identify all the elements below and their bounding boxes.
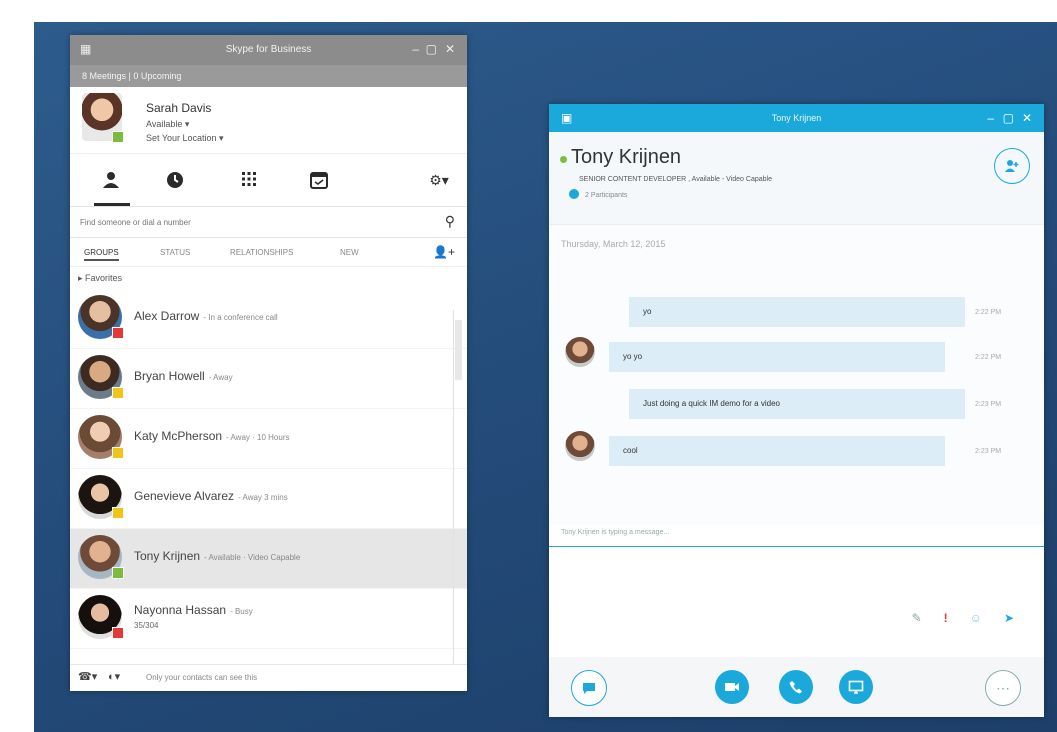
footer-status-text: Only your contacts can see this [146, 673, 258, 682]
more-icon[interactable]: ⋯ [985, 670, 1021, 706]
presence-indicator [112, 327, 124, 339]
add-contact-icon[interactable]: 👤+ [433, 245, 455, 259]
message-time: 2:23 PM [975, 448, 1002, 455]
contact-name: Genevieve Alvarez [134, 489, 235, 503]
conversation-window: ▣ Tony Krijnen – ▢ ✕ Tony Krijnen SENIOR… [549, 104, 1044, 717]
participants-icon [569, 189, 579, 199]
contact-status: - Away [208, 373, 233, 382]
present-icon[interactable] [839, 670, 873, 704]
contact-row[interactable]: Alex Darrow - In a conference call [70, 289, 467, 349]
contact-row[interactable]: Katy McPherson - Away · 10 Hours [70, 409, 467, 469]
close-icon[interactable]: ✕ [445, 42, 455, 56]
contact-title-status: SENIOR CONTENT DEVELOPER , Available - V… [579, 176, 772, 183]
filter-groups[interactable]: GROUPS [84, 248, 119, 261]
message-bubble: cool [609, 436, 945, 466]
contact-row[interactable]: Bryan Howell - Away [70, 349, 467, 409]
contacts-window-title: Skype for Business [225, 44, 312, 55]
compose-tools: ✎ ! ☺ ➤ [912, 611, 1014, 625]
minimize-icon[interactable]: – [412, 42, 419, 56]
meetings-note[interactable]: 8 Meetings | 0 Upcoming [70, 65, 467, 87]
search-input[interactable] [78, 212, 432, 232]
search-icon[interactable]: ⚲ [445, 213, 455, 230]
message-input[interactable]: ✎ ! ☺ ➤ [549, 546, 1044, 657]
conversation-date: Thursday, March 12, 2015 [561, 239, 666, 249]
message-time: 2:23 PM [975, 401, 1002, 408]
contact-name: Katy McPherson [134, 429, 223, 443]
my-presence-indicator [112, 131, 124, 143]
contact-search: ⚲ [70, 207, 467, 238]
message-history: Thursday, March 12, 2015 yo 2:22 PM yo y… [549, 225, 1044, 525]
message-time: 2:22 PM [975, 354, 1002, 361]
presence-indicator [112, 567, 124, 579]
contact-name: Alex Darrow [134, 309, 200, 323]
minimize-icon[interactable]: – [987, 111, 994, 125]
audio-device-icon[interactable]: ◐▾ [108, 670, 120, 683]
phone-settings-icon[interactable]: ☎▾ [78, 670, 97, 683]
conversation-window-title: Tony Krijnen [771, 113, 822, 123]
presence-indicator [112, 447, 124, 459]
my-location-dropdown[interactable]: Set Your Location ▾ [146, 133, 224, 144]
contacts-title-bar: ▦ Skype for Business – ▢ ✕ [70, 35, 467, 65]
dialpad-icon[interactable] [234, 168, 264, 192]
contact-name: Bryan Howell [134, 369, 205, 383]
conversation-header: Tony Krijnen SENIOR CONTENT DEVELOPER , … [549, 132, 1044, 225]
sender-avatar [565, 431, 595, 461]
phone-icon[interactable] [779, 670, 813, 704]
chat-icon[interactable] [571, 670, 607, 706]
contacts-window: ▦ Skype for Business – ▢ ✕ 8 Meetings | … [70, 35, 467, 691]
contact-status: - In a conference call [203, 313, 278, 322]
gear-icon[interactable]: ⚙▾ [424, 168, 454, 192]
conversation-title-bar: ▣ Tony Krijnen – ▢ ✕ [549, 104, 1044, 132]
contact-status: - Away · 10 Hours [226, 433, 290, 442]
contacts-icon[interactable] [94, 168, 130, 206]
contact-status: - Away 3 mins [238, 493, 288, 502]
attach-icon[interactable]: ✎ [912, 611, 922, 625]
scrollbar-thumb[interactable] [455, 320, 462, 380]
message-time: 2:22 PM [975, 309, 1002, 316]
typing-indicator: Tony Krijnen is typing a message... [561, 529, 670, 536]
contact-row[interactable]: Nayonna Hassan - Busy 35/304 [70, 589, 467, 649]
close-icon[interactable]: ✕ [1022, 111, 1032, 125]
contact-status: - Busy [230, 607, 253, 616]
contact-row-selected[interactable]: Tony Krijnen - Available · Video Capable [70, 529, 467, 589]
contact-row[interactable]: Genevieve Alvarez - Away 3 mins [70, 469, 467, 529]
my-status-dropdown[interactable]: Available ▾ [146, 119, 189, 130]
maximize-icon[interactable]: ▢ [426, 42, 437, 56]
filter-status[interactable]: STATUS [160, 248, 190, 257]
emoticon-icon[interactable]: ☺ [970, 611, 982, 625]
my-profile: Sarah Davis Available ▾ Set Your Locatio… [70, 87, 467, 154]
video-icon[interactable] [715, 670, 749, 704]
contact-name: Nayonna Hassan [134, 603, 227, 617]
contact-status: - Available · Video Capable [204, 553, 301, 562]
add-participant-icon[interactable] [994, 148, 1030, 184]
sender-avatar [565, 337, 595, 367]
presence-indicator [112, 627, 124, 639]
favorites-group-header[interactable]: ▸ Favorites [70, 267, 467, 289]
presence-indicator [560, 156, 567, 163]
conversation-contact-name[interactable]: Tony Krijnen [571, 146, 681, 169]
filter-new[interactable]: NEW [340, 248, 359, 257]
clock-icon[interactable] [160, 168, 190, 192]
contact-name: Tony Krijnen [134, 549, 201, 563]
presence-indicator [112, 387, 124, 399]
contacts-footer: ☎▾ ◐▾ Only your contacts can see this [70, 664, 467, 691]
message-bubble: yo yo [609, 342, 945, 372]
contact-extra: 35/304 [134, 621, 159, 630]
importance-icon[interactable]: ! [944, 611, 948, 625]
participants-link[interactable]: 2 Participants [585, 192, 627, 199]
conversation-controls: ⋯ [549, 657, 1044, 717]
presence-indicator [112, 507, 124, 519]
popout-icon[interactable]: ▢ [1003, 111, 1014, 125]
filter-relationships[interactable]: RELATIONSHIPS [230, 248, 293, 257]
meetings-icon[interactable] [304, 168, 334, 192]
message-bubble: yo [629, 297, 965, 327]
my-name: Sarah Davis [146, 101, 212, 115]
main-tabs: ⚙▾ [70, 154, 467, 207]
contact-list-scrollbar[interactable] [453, 310, 463, 691]
contact-list: Alex Darrow - In a conference call Bryan … [70, 289, 467, 649]
send-icon[interactable]: ➤ [1004, 611, 1014, 625]
message-bubble: Just doing a quick IM demo for a video [629, 389, 965, 419]
contact-filter-bar: GROUPS STATUS RELATIONSHIPS NEW 👤+ [70, 238, 467, 267]
